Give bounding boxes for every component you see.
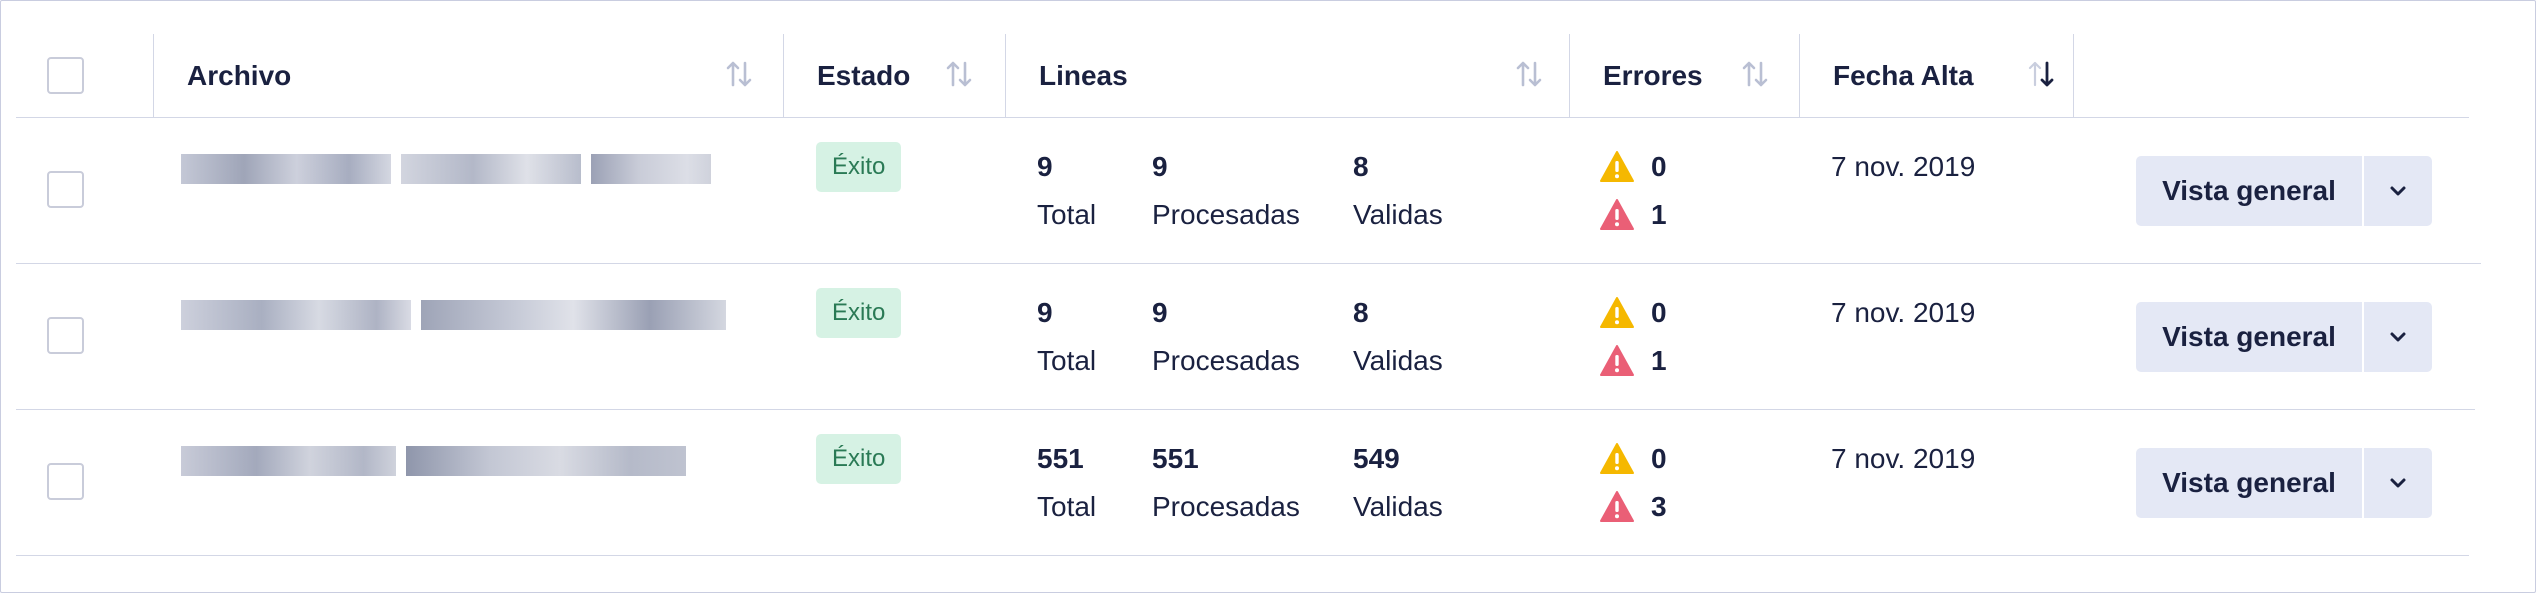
warnings-count: 0: [1599, 296, 1667, 330]
warnings-value: 0: [1651, 151, 1667, 182]
warnings-count: 0: [1599, 150, 1667, 184]
filename-redacted[interactable]: [181, 300, 726, 330]
metric-procesadas-value: 9: [1152, 151, 1168, 182]
vista-general-button[interactable]: Vista general: [2136, 302, 2362, 372]
sort-arrows-icon[interactable]: [1740, 59, 1770, 89]
metric-procesadas-value: 551: [1152, 443, 1199, 474]
filename-redacted[interactable]: [181, 154, 711, 184]
row-checkbox[interactable]: [47, 171, 84, 208]
header-archivo[interactable]: Archivo: [153, 34, 783, 117]
sort-arrows-icon[interactable]: [944, 59, 974, 89]
metric-total-label: Total: [1037, 345, 1097, 376]
warnings-value: 0: [1651, 443, 1667, 474]
fecha-alta: 7 nov. 2019: [1831, 443, 1976, 474]
table-row: Éxito 9 Total 9 Procesadas 8 Validas 0 1…: [16, 264, 2475, 410]
header-select-cell: [16, 34, 153, 117]
errors-count: 3: [1599, 490, 1667, 524]
fecha-alta: 7 nov. 2019: [1831, 151, 1976, 182]
error-triangle-icon: [1600, 199, 1634, 230]
warning-triangle-icon: [1600, 151, 1634, 182]
header-estado[interactable]: Estado: [783, 34, 1005, 117]
header-estado-label: Estado: [817, 59, 911, 91]
table-row: Éxito 551 Total 551 Procesadas 549 Valid…: [16, 410, 2469, 556]
header-lineas[interactable]: Lineas: [1005, 34, 1569, 117]
select-all-checkbox[interactable]: [47, 57, 84, 94]
metric-total: 9 Total: [1037, 296, 1096, 378]
sort-arrows-icon[interactable]: [724, 59, 754, 89]
chevron-down-icon: [2390, 186, 2406, 196]
header-archivo-label: Archivo: [187, 59, 292, 91]
row-actions: Vista general: [2136, 156, 2432, 226]
imports-table: Archivo Estado Lineas Errores Fecha Alta…: [16, 34, 2481, 556]
errors-value: 1: [1651, 345, 1667, 376]
metric-total-label: Total: [1037, 491, 1097, 522]
metric-validas: 549 Validas: [1353, 442, 1443, 524]
metric-procesadas-value: 9: [1152, 297, 1168, 328]
sort-arrows-icon[interactable]: [1514, 59, 1544, 89]
header-fecha-alta-label: Fecha Alta: [1833, 59, 1974, 91]
metric-validas-value: 549: [1353, 443, 1400, 474]
status-badge: Éxito: [816, 434, 902, 484]
header-fecha-alta[interactable]: Fecha Alta: [1799, 34, 2074, 117]
metric-procesadas: 9 Procesadas: [1152, 150, 1300, 232]
error-triangle-icon: [1600, 491, 1634, 522]
metric-total-value: 9: [1037, 151, 1053, 182]
filename-redacted[interactable]: [181, 446, 686, 476]
errors-count: 1: [1599, 198, 1667, 232]
vista-general-button[interactable]: Vista general: [2136, 448, 2362, 518]
warnings-count: 0: [1599, 442, 1667, 476]
warning-triangle-icon: [1600, 297, 1634, 328]
actions-dropdown-button[interactable]: [2362, 302, 2432, 372]
chevron-down-icon: [2390, 478, 2406, 488]
metric-total-value: 551: [1037, 443, 1084, 474]
metric-total: 9 Total: [1037, 150, 1096, 232]
errors-value: 3: [1651, 491, 1667, 522]
row-checkbox[interactable]: [47, 463, 84, 500]
fecha-alta: 7 nov. 2019: [1831, 297, 1976, 328]
sort-desc-icon[interactable]: [2026, 59, 2056, 89]
metric-validas-value: 8: [1353, 151, 1369, 182]
metric-validas-label: Validas: [1353, 491, 1443, 522]
table-row: Éxito 9 Total 9 Procesadas 8 Validas 0 1…: [16, 118, 2481, 264]
metric-validas-label: Validas: [1353, 345, 1443, 376]
row-actions: Vista general: [2136, 448, 2432, 518]
metric-procesadas-label: Procesadas: [1152, 345, 1300, 376]
row-checkbox[interactable]: [47, 317, 84, 354]
metric-procesadas-label: Procesadas: [1152, 491, 1300, 522]
status-badge: Éxito: [816, 288, 902, 338]
metric-procesadas-label: Procesadas: [1152, 199, 1300, 230]
errors-value: 1: [1651, 199, 1667, 230]
row-actions: Vista general: [2136, 302, 2432, 372]
status-badge: Éxito: [816, 142, 902, 192]
vista-general-button[interactable]: Vista general: [2136, 156, 2362, 226]
errors-count: 1: [1599, 344, 1667, 378]
metric-validas-value: 8: [1353, 297, 1369, 328]
metric-total-value: 9: [1037, 297, 1053, 328]
metric-validas: 8 Validas: [1353, 150, 1443, 232]
metric-validas-label: Validas: [1353, 199, 1443, 230]
error-triangle-icon: [1600, 345, 1634, 376]
metric-validas: 8 Validas: [1353, 296, 1443, 378]
warnings-value: 0: [1651, 297, 1667, 328]
chevron-down-icon: [2390, 332, 2406, 342]
metric-procesadas: 9 Procesadas: [1152, 296, 1300, 378]
header-errores[interactable]: Errores: [1569, 34, 1799, 117]
header-lineas-label: Lineas: [1039, 59, 1128, 91]
table-header: Archivo Estado Lineas Errores Fecha Alta: [16, 34, 2469, 118]
metric-total: 551 Total: [1037, 442, 1096, 524]
metric-total-label: Total: [1037, 199, 1097, 230]
actions-dropdown-button[interactable]: [2362, 448, 2432, 518]
metric-procesadas: 551 Procesadas: [1152, 442, 1300, 524]
warning-triangle-icon: [1600, 443, 1634, 474]
header-errores-label: Errores: [1603, 59, 1703, 91]
actions-dropdown-button[interactable]: [2362, 156, 2432, 226]
